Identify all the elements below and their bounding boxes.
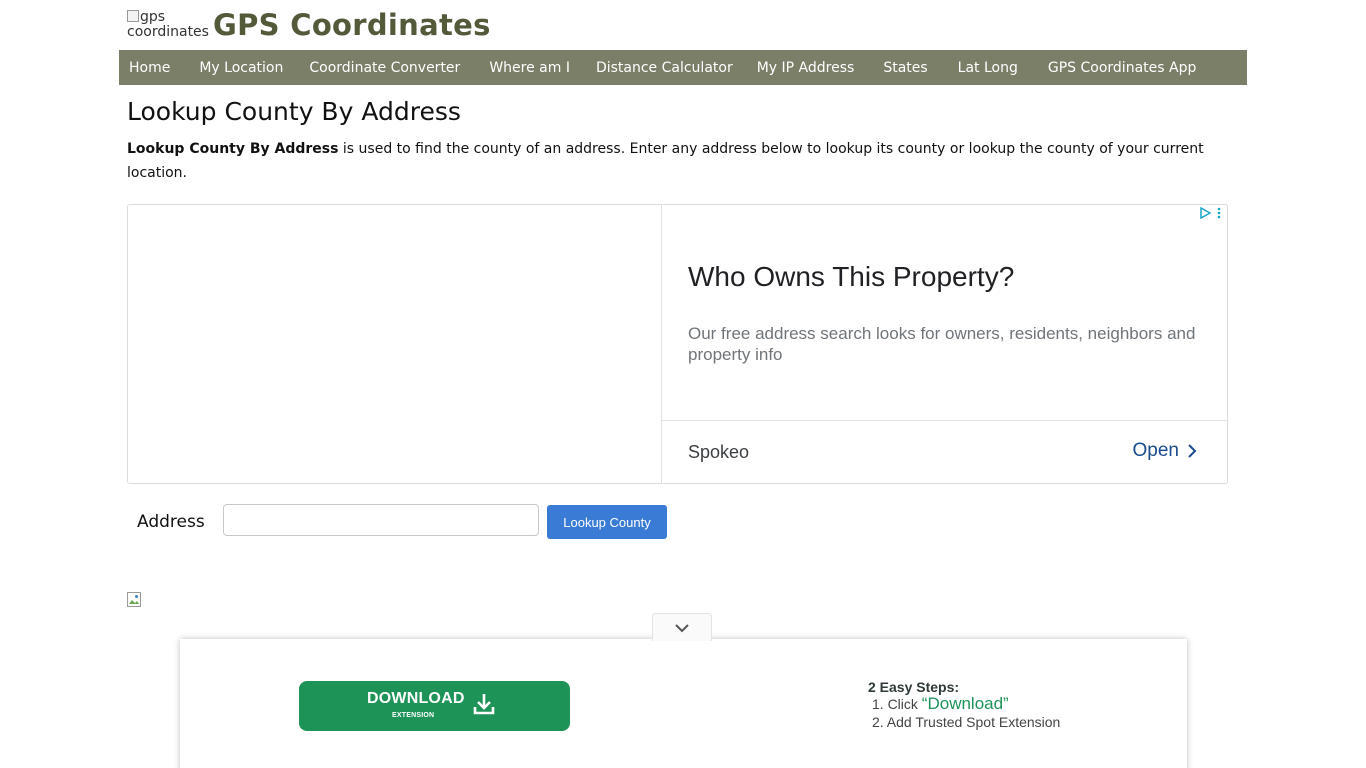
download-label: DOWNLOAD bbox=[367, 690, 465, 707]
page-title: Lookup County By Address bbox=[127, 97, 461, 126]
address-input[interactable] bbox=[223, 504, 539, 536]
site-title[interactable]: GPS Coordinates bbox=[213, 8, 491, 42]
nav-states[interactable]: States bbox=[883, 60, 927, 76]
download-extension-button[interactable]: DOWNLOAD EXTENSION bbox=[299, 681, 570, 731]
main-nav: Home My Location Coordinate Converter Wh… bbox=[119, 50, 1247, 85]
address-label: Address bbox=[137, 512, 205, 532]
nav-distance-calculator[interactable]: Distance Calculator bbox=[596, 60, 733, 76]
ad-advertiser[interactable]: Spokeo bbox=[688, 442, 749, 463]
broken-image-icon bbox=[127, 10, 139, 22]
ad-choices-icon[interactable] bbox=[1199, 207, 1211, 219]
nav-my-ip-address[interactable]: My IP Address bbox=[757, 60, 855, 76]
ad-footer[interactable]: Spokeo Open bbox=[662, 420, 1227, 483]
steps-title: 2 Easy Steps: bbox=[868, 679, 960, 695]
nav-my-location[interactable]: My Location bbox=[199, 60, 283, 76]
ad-image-area[interactable] bbox=[128, 205, 662, 483]
step-1: 1. Click “Download” bbox=[872, 695, 1060, 713]
ad-body[interactable]: Our free address search looks for owners… bbox=[688, 323, 1208, 365]
intro-bold: Lookup County By Address bbox=[127, 141, 339, 157]
ad-banner[interactable]: Who Owns This Property? Our free address… bbox=[127, 204, 1228, 484]
chevron-right-icon bbox=[1188, 444, 1197, 458]
nav-home[interactable]: Home bbox=[129, 60, 170, 76]
step-2: 2. Add Trusted Spot Extension bbox=[872, 714, 1061, 730]
ad-content[interactable]: Who Owns This Property? Our free address… bbox=[662, 205, 1227, 483]
chevron-down-icon bbox=[675, 623, 689, 632]
step-1-prefix: 1. Click bbox=[872, 696, 922, 712]
broken-image-icon bbox=[127, 592, 141, 607]
extension-panel: DOWNLOAD EXTENSION 2 Easy Steps: 1. Clic… bbox=[180, 639, 1187, 768]
easy-steps: 2 Easy Steps: 1. Click “Download” 2. Add… bbox=[868, 679, 1060, 731]
step-1-highlight: “Download” bbox=[921, 694, 1009, 713]
ad-open-button[interactable]: Open bbox=[1133, 440, 1197, 462]
ad-open-label: Open bbox=[1132, 440, 1179, 461]
ad-choices[interactable] bbox=[1199, 207, 1221, 219]
download-sublabel: EXTENSION bbox=[392, 712, 435, 719]
site-header: gps coordinates GPS Coordinates bbox=[127, 8, 1227, 48]
logo-image[interactable]: gps coordinates bbox=[127, 10, 211, 40]
lookup-county-button[interactable]: Lookup County bbox=[547, 505, 667, 539]
collapse-toggle[interactable] bbox=[652, 613, 712, 641]
download-icon bbox=[473, 694, 495, 715]
intro-text: Lookup County By Address is used to find… bbox=[127, 137, 1227, 185]
nav-lat-long[interactable]: Lat Long bbox=[958, 60, 1018, 76]
ad-headline[interactable]: Who Owns This Property? bbox=[688, 261, 1014, 293]
nav-coordinate-converter[interactable]: Coordinate Converter bbox=[309, 60, 460, 76]
nav-gps-coordinates-app[interactable]: GPS Coordinates App bbox=[1048, 60, 1196, 76]
nav-where-am-i[interactable]: Where am I bbox=[489, 60, 570, 76]
logo-alt-text: gps coordinates bbox=[127, 9, 209, 40]
ad-menu-icon[interactable] bbox=[1217, 207, 1221, 219]
